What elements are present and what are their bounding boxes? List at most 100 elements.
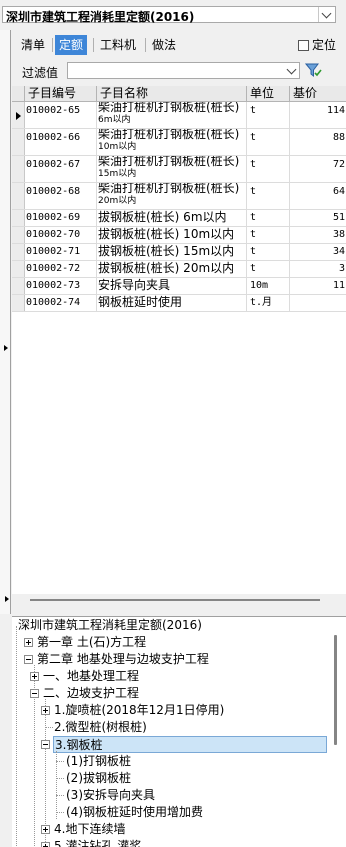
- row-code: 010002-73: [25, 278, 97, 294]
- row-name: 安拆导向夹具: [97, 278, 247, 294]
- table-row[interactable]: 010002-71 拔钢板桩(桩长) 15m以内 t 34: [12, 244, 346, 261]
- tree-node-label: 第二章 地基处理与边坡支护工程: [37, 652, 209, 666]
- tree-node-chapter-1[interactable]: 第一章 土(石)方工程: [37, 634, 146, 651]
- tab-bar: 清单 定额 工料机 做法 定位: [12, 33, 346, 57]
- column-header-price[interactable]: 基价: [290, 86, 346, 101]
- collapse-minus-icon[interactable]: [30, 689, 39, 698]
- row-indicator: [12, 210, 25, 226]
- table-row[interactable]: 010002-67 柴油打桩机打钢板桩(桩长) 15m以内 t 72: [12, 156, 346, 183]
- tree-connector: [56, 795, 64, 796]
- tree-node-micro-pile[interactable]: 2.微型桩(树根桩): [54, 719, 147, 736]
- chevron-down-icon[interactable]: [318, 7, 335, 22]
- row-indicator: [12, 129, 25, 155]
- row-name-line1: 柴油打桩机打钢板桩(桩长): [98, 129, 240, 141]
- row-name: 拔钢板桩(桩长) 10m以内: [97, 227, 247, 243]
- row-name-line1: 柴油打桩机打钢板桩(桩长): [98, 183, 240, 195]
- filter-funnel-icon[interactable]: [305, 62, 322, 78]
- row-name-line1: 柴油打桩机打钢板桩(桩长): [98, 156, 240, 168]
- expand-arrow-icon[interactable]: [4, 345, 8, 351]
- row-indicator: [12, 295, 25, 311]
- row-indicator: [12, 261, 25, 277]
- tab-quota[interactable]: 定额: [55, 35, 88, 55]
- expand-plus-icon[interactable]: [24, 638, 33, 647]
- table-row[interactable]: 010002-74 钢板桩延时使用 t.月: [12, 295, 346, 312]
- tab-method[interactable]: 做法: [148, 35, 180, 55]
- locate-checkbox[interactable]: [298, 40, 309, 51]
- row-unit: t: [247, 102, 290, 128]
- expand-arrow-icon[interactable]: [5, 596, 9, 602]
- grid-horizontal-scrollbar[interactable]: [12, 594, 346, 606]
- expand-plus-icon[interactable]: [41, 842, 50, 847]
- expand-plus-icon[interactable]: [41, 706, 50, 715]
- tree-node-label: 第一章 土(石)方工程: [37, 635, 147, 649]
- quota-library-select[interactable]: 深圳市建筑工程消耗里定额(2016): [2, 6, 336, 24]
- tab-list[interactable]: 清单: [17, 35, 49, 55]
- collapse-minus-icon[interactable]: [41, 740, 50, 749]
- column-header-unit[interactable]: 单位: [247, 86, 290, 101]
- quota-library-value: 深圳市建筑工程消耗里定额(2016): [6, 10, 195, 24]
- collapse-minus-icon[interactable]: [24, 655, 33, 664]
- table-row[interactable]: 010002-72 拔钢板桩(桩长) 20m以内 t 3: [12, 261, 346, 278]
- tree-node-jet-grout-pile[interactable]: 1.旋喷桩(2018年12月1日停用): [54, 702, 224, 719]
- row-name-line2: 10m以内: [98, 142, 137, 152]
- expand-plus-icon[interactable]: [41, 825, 50, 834]
- tree-node-pull-sheet-pile[interactable]: (2)拔钢板桩: [66, 770, 131, 787]
- tree-node-label: (2)拔钢板桩: [66, 771, 131, 785]
- tree-node-delayed-use-fee[interactable]: (4)钢板桩延时使用增加费: [66, 804, 203, 821]
- tab-divider: [93, 38, 94, 52]
- table-row[interactable]: 010002-69 拔钢板桩(桩长) 6m以内 t 51: [12, 210, 346, 227]
- tree-node-diaphragm-wall[interactable]: 4.地下连续墙: [54, 821, 125, 838]
- tab-materials[interactable]: 工料机: [96, 35, 140, 55]
- header-corner: [12, 86, 25, 101]
- tree-node-steel-sheet-pile[interactable]: 3.钢板桩: [53, 736, 327, 753]
- row-code: 010002-72: [25, 261, 97, 277]
- tree-node-label: 一、地基处理工程: [43, 669, 140, 683]
- tree-connector: [56, 761, 64, 762]
- table-row[interactable]: 010002-66 柴油打桩机打钢板桩(桩长) 10m以内 t 88: [12, 129, 346, 156]
- row-code: 010002-70: [25, 227, 97, 243]
- expand-plus-icon[interactable]: [30, 672, 39, 681]
- row-unit: t: [247, 227, 290, 243]
- row-unit: t: [247, 261, 290, 277]
- tree-node-section-2[interactable]: 二、边坡支护工程: [43, 685, 139, 702]
- filter-input[interactable]: [67, 62, 300, 79]
- tree-node-drive-sheet-pile[interactable]: (1)打钢板桩: [66, 753, 131, 770]
- row-name: 柴油打桩机打钢板桩(桩长) 20m以内: [97, 183, 247, 209]
- tree-node-label: 二、边坡支护工程: [43, 686, 140, 700]
- scrollbar-thumb[interactable]: [30, 599, 320, 601]
- row-price: 72: [332, 159, 345, 170]
- table-row[interactable]: 010002-73 安拆导向夹具 10m 11: [12, 278, 346, 295]
- tree-node-label: 深圳市建筑工程消耗里定额(2016): [18, 618, 202, 632]
- grid-header: 子目编号 子目名称 单位 基价: [12, 86, 346, 102]
- row-code: 010002-66: [25, 129, 97, 155]
- row-selected-indicator: [12, 102, 25, 128]
- column-header-code[interactable]: 子目编号: [25, 86, 97, 101]
- tab-divider: [145, 38, 146, 52]
- locate-label: 定位: [312, 38, 337, 52]
- tree-scrollbar-thumb[interactable]: [334, 635, 337, 745]
- table-row[interactable]: 010002-68 柴油打桩机打钢板桩(桩长) 20m以内 t 64: [12, 183, 346, 210]
- tree-node-section-1[interactable]: 一、地基处理工程: [43, 668, 139, 685]
- table-row[interactable]: 010002-65 柴油打桩机打钢板桩(桩长) 6m以内 t 114: [12, 102, 346, 129]
- row-code: 010002-68: [25, 183, 97, 209]
- row-price: 114: [326, 105, 345, 116]
- column-header-name[interactable]: 子目名称: [97, 86, 247, 101]
- row-price: 3: [338, 263, 345, 274]
- tree-connector: [56, 778, 64, 779]
- tree-node-guide-fixture[interactable]: (3)安拆导向夹具: [66, 787, 155, 804]
- tree-node-label: 2.微型桩(树根桩): [54, 720, 147, 734]
- chevron-down-icon[interactable]: [284, 63, 299, 78]
- row-name: 柴油打桩机打钢板桩(桩长) 15m以内: [97, 156, 247, 182]
- tree-node-label: 3.钢板桩: [55, 738, 103, 752]
- tree-node-root[interactable]: 深圳市建筑工程消耗里定额(2016): [18, 617, 202, 634]
- table-row[interactable]: 010002-70 拔钢板桩(桩长) 10m以内 t 38: [12, 227, 346, 244]
- row-price: 11: [332, 280, 345, 291]
- row-indicator: [12, 244, 25, 260]
- row-code: 010002-67: [25, 156, 97, 182]
- row-indicator: [12, 156, 25, 182]
- left-collapse-strip[interactable]: [0, 30, 11, 614]
- tree-node-chapter-2[interactable]: 第二章 地基处理与边坡支护工程: [37, 651, 209, 668]
- row-price: [290, 295, 346, 311]
- row-name-line2: 15m以内: [98, 169, 137, 179]
- row-name: 柴油打桩机打钢板桩(桩长) 6m以内: [97, 102, 247, 128]
